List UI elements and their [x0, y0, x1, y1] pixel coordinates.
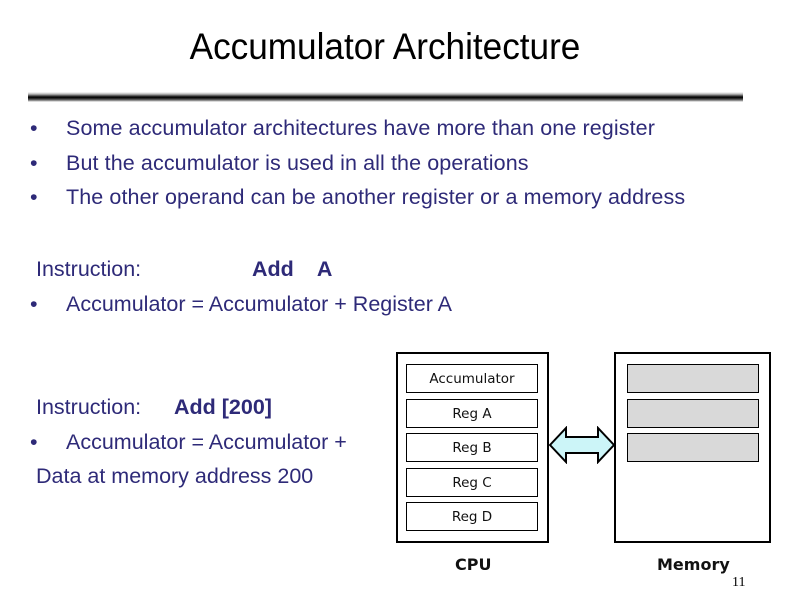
bullet-text: But the accumulator is used in all the o…: [66, 150, 529, 175]
bullet-icon: •: [30, 430, 38, 454]
example1-instruction: Add A: [252, 257, 333, 281]
bullet-icon: •: [30, 116, 38, 140]
register-accumulator: Accumulator: [406, 364, 538, 393]
example2-bullet: Accumulator = Accumulator +: [66, 430, 347, 454]
slide-title: Accumulator Architecture: [189, 26, 581, 67]
register-b: Reg B: [406, 433, 538, 462]
example1-label: Instruction:: [36, 257, 142, 281]
page-number: 11: [732, 575, 746, 590]
bullet-icon: •: [30, 292, 38, 316]
example2-continuation: Data at memory address 200: [36, 464, 314, 488]
register-d: Reg D: [406, 502, 538, 531]
memory-cell: [627, 364, 759, 393]
memory-cell: [627, 433, 759, 462]
example1-bullet: Accumulator = Accumulator + Register A: [66, 292, 452, 316]
bullet-text: The other operand can be another registe…: [66, 185, 686, 209]
register-a: Reg A: [406, 399, 538, 428]
memory-cell: [627, 399, 759, 428]
bullet-icon: •: [30, 185, 38, 209]
bullet-icon: •: [30, 150, 38, 175]
bidirectional-arrow-icon: [549, 426, 615, 464]
title-divider: [28, 92, 743, 102]
register-c: Reg C: [406, 468, 538, 497]
bus-arrow-shape: [549, 426, 615, 464]
bullet-text: Some accumulator architectures have more…: [66, 116, 655, 140]
memory-label: Memory: [657, 555, 730, 574]
example2-instruction: Add [200]: [174, 395, 272, 419]
cpu-label: CPU: [455, 555, 492, 574]
example2-label: Instruction:: [36, 395, 142, 419]
